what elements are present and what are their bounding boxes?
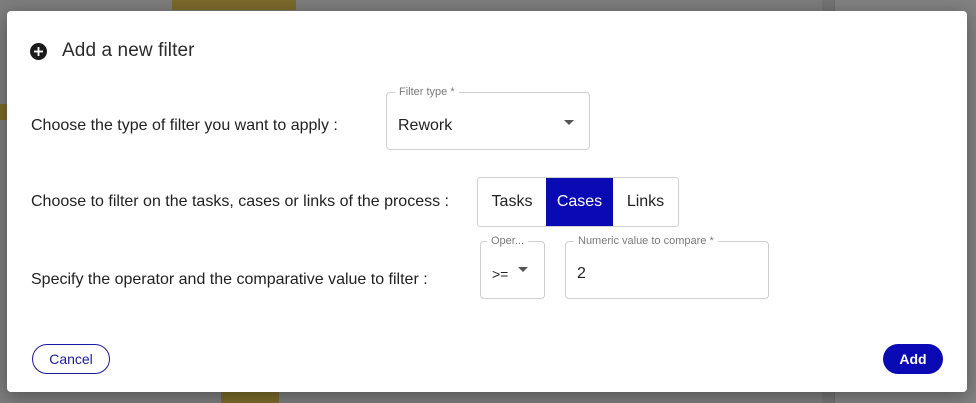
filter-type-value: Rework: [398, 117, 453, 134]
filter-target-label: Choose to filter on the tasks, cases or …: [31, 193, 449, 210]
numeric-value: 2: [577, 265, 586, 282]
background-process-node: [221, 392, 279, 403]
dialog-header: Add a new filter: [30, 40, 195, 62]
numeric-value-input[interactable]: Numeric value to compare * 2: [565, 235, 769, 299]
toggle-tasks[interactable]: Tasks: [478, 178, 546, 226]
add-button[interactable]: Add: [883, 344, 943, 374]
chevron-down-icon: [518, 267, 528, 272]
filter-type-select[interactable]: Filter type * Rework: [386, 86, 590, 150]
background-process-node: [0, 104, 7, 120]
plus-circle-icon: [30, 42, 47, 60]
operator-value: >=: [492, 266, 509, 282]
background-process-node: [172, 0, 296, 10]
toggle-links[interactable]: Links: [613, 178, 678, 226]
filter-type-label: Choose the type of filter you want to ap…: [31, 117, 338, 134]
dialog-title: Add a new filter: [62, 40, 195, 61]
filter-type-legend: Filter type *: [395, 86, 459, 98]
operator-legend: Oper...: [487, 235, 529, 247]
toggle-cases[interactable]: Cases: [546, 178, 613, 226]
operator-select[interactable]: Oper... >=: [480, 235, 545, 299]
add-filter-dialog: Add a new filter Choose the type of filt…: [7, 11, 967, 392]
numeric-value-legend: Numeric value to compare *: [574, 235, 718, 247]
chevron-down-icon: [564, 120, 574, 125]
filter-target-toggle-group: Tasks Cases Links: [477, 177, 679, 227]
comparison-label: Specify the operator and the comparative…: [31, 271, 428, 288]
cancel-button[interactable]: Cancel: [32, 344, 110, 374]
